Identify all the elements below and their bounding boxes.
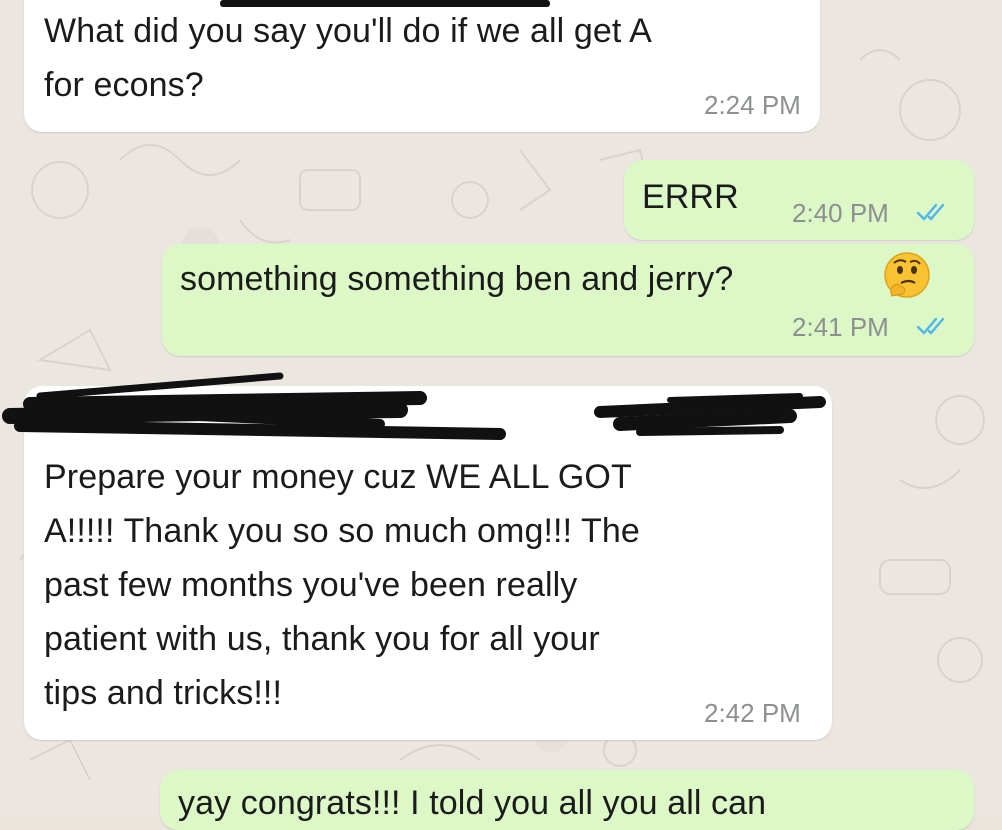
message-timestamp: 2:40 PM <box>792 198 889 228</box>
double-check-icon <box>916 203 945 221</box>
message-text-line: What did you say you'll do if we all get… <box>44 12 652 50</box>
message-text-line: something something ben and jerry? <box>180 260 734 298</box>
message-text-line: yay congrats!!! I told you all you all c… <box>178 784 767 822</box>
message-bubble-outgoing[interactable]: ERRR 2:40 PM <box>624 160 974 240</box>
double-check-icon <box>916 317 945 335</box>
message-timestamp: 2:24 PM <box>704 90 801 120</box>
message-timestamp: 2:42 PM <box>704 698 801 728</box>
thinking-face-icon <box>884 252 930 298</box>
message-bubble-outgoing[interactable]: yay congrats!!! I told you all you all c… <box>160 770 974 830</box>
message-text-line: A!!!!! Thank you so so much omg!!! The <box>44 512 640 550</box>
message-bubble-outgoing[interactable]: something something ben and jerry? 2:41 … <box>162 244 974 356</box>
message-bubble-incoming[interactable]: What did you say you'll do if we all get… <box>24 0 820 132</box>
redaction-scribble <box>2 372 826 440</box>
message-text-line: tips and tricks!!! <box>44 674 282 712</box>
redaction-scribble <box>220 0 550 7</box>
message-text-line: ERRR <box>642 178 739 216</box>
message-text-line: for econs? <box>44 66 204 104</box>
message-text-line: past few months you've been really <box>44 566 578 604</box>
message-text-line: Prepare your money cuz WE ALL GOT <box>44 458 632 496</box>
message-timestamp: 2:41 PM <box>792 312 889 342</box>
message-text-line: patient with us, thank you for all your <box>44 620 600 658</box>
